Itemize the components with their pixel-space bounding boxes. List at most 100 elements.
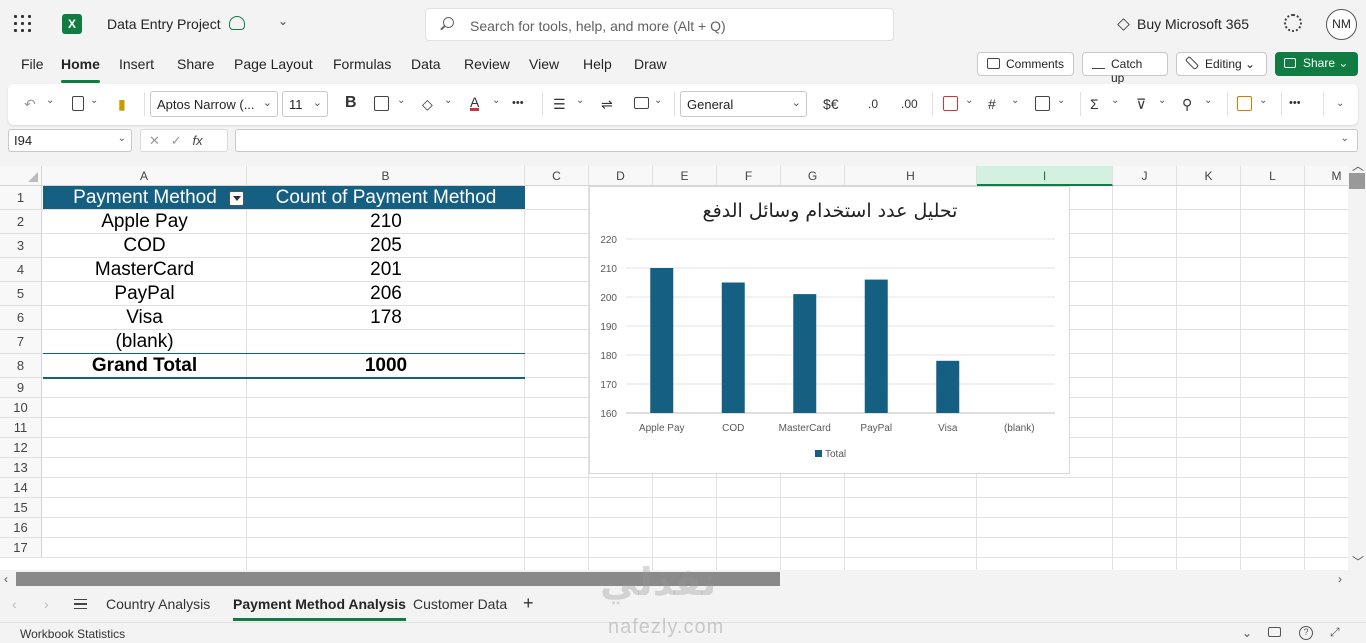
currency-format-icon[interactable]: $€ [823, 96, 839, 112]
pivot-row-value[interactable]: 178 [247, 306, 525, 330]
row-header-8[interactable]: 8 [0, 354, 42, 378]
wrap-text-icon[interactable]: ⇌ [601, 96, 613, 113]
grand-total-label[interactable]: Grand Total [43, 354, 246, 378]
fullscreen-icon[interactable]: ⤢ [1330, 625, 1340, 640]
undo-chevron-icon[interactable]: ⌄ [46, 95, 54, 106]
column-header-k[interactable]: K [1177, 166, 1241, 186]
filter-dropdown-icon[interactable] [229, 191, 244, 206]
tab-review[interactable]: Review [464, 56, 510, 72]
tab-file[interactable]: File [21, 56, 44, 72]
document-title[interactable]: Data Entry Project [107, 16, 221, 32]
sort-filter-icon[interactable]: ⊽ [1136, 96, 1146, 113]
row-header-3[interactable]: 3 [0, 234, 42, 258]
grand-total-value[interactable]: 1000 [247, 354, 525, 378]
pivot-header-count[interactable]: Count of Payment Method [247, 186, 525, 210]
editing-mode-button[interactable]: Editing ⌄ [1176, 52, 1267, 76]
chevron-down-icon[interactable]: ⌄ [1341, 133, 1349, 144]
sort-filter-chevron-icon[interactable]: ⌄ [1158, 95, 1166, 106]
comments-button[interactable]: Comments [977, 52, 1074, 76]
payment-method-chart[interactable]: تحليل عدد استخدام وسائل الدفع 160 170 180 19… [589, 186, 1070, 474]
tab-formulas[interactable]: Formulas [333, 56, 391, 72]
format-chevron-icon[interactable]: ⌄ [1011, 95, 1019, 106]
row-header-6[interactable]: 6 [0, 306, 42, 330]
scroll-up-icon[interactable]: ︿ [1352, 157, 1364, 174]
formula-input[interactable]: ⌄ [235, 129, 1358, 152]
row-header-14[interactable]: 14 [0, 478, 42, 498]
autosum-chevron-icon[interactable]: ⌄ [1111, 95, 1119, 106]
help-icon[interactable]: ? [1299, 626, 1313, 640]
fill-chevron-icon[interactable]: ⌄ [444, 95, 452, 106]
borders-chevron-icon[interactable]: ⌄ [397, 95, 405, 106]
horizontal-scrollbar[interactable]: ‹ › [0, 570, 1366, 588]
gear-icon[interactable] [1284, 14, 1302, 32]
column-header-e[interactable]: E [653, 166, 717, 186]
pivot-row-value[interactable]: 205 [247, 234, 525, 258]
row-header-5[interactable]: 5 [0, 282, 42, 306]
pivot-row-label[interactable]: Apple Pay [43, 210, 246, 234]
align-chevron-icon[interactable]: ⌄ [576, 95, 584, 106]
autosum-icon[interactable]: Σ [1090, 96, 1099, 112]
row-header-9[interactable]: 9 [0, 378, 42, 398]
column-header-c[interactable]: C [525, 166, 589, 186]
pivot-row-value[interactable]: 206 [247, 282, 525, 306]
chevron-down-icon[interactable]: ⌄ [278, 14, 288, 28]
tab-data[interactable]: Data [411, 56, 441, 72]
tab-home[interactable]: Home [61, 56, 100, 83]
tab-share[interactable]: Share [177, 56, 214, 72]
format-painter-icon[interactable]: ▮ [118, 96, 126, 113]
buy-microsoft-365-button[interactable]: Buy Microsoft 365 [1117, 16, 1249, 32]
pivot-row-label[interactable]: MasterCard [43, 258, 246, 282]
conditional-chevron-icon[interactable]: ⌄ [965, 95, 973, 106]
pivot-row-label[interactable]: (blank) [43, 330, 246, 354]
pivot-row-label[interactable]: COD [43, 234, 246, 258]
pivot-row-label[interactable]: PayPal [43, 282, 246, 306]
cell-styles-chevron-icon[interactable]: ⌄ [1057, 95, 1065, 106]
tab-page-layout[interactable]: Page Layout [234, 56, 313, 72]
row-header-15[interactable]: 15 [0, 498, 42, 518]
next-sheet-icon[interactable]: › [44, 596, 49, 612]
pivot-row-value[interactable]: 210 [247, 210, 525, 234]
find-icon[interactable]: ⚲ [1182, 96, 1192, 113]
all-sheets-menu-icon[interactable] [74, 599, 87, 609]
row-header-10[interactable]: 10 [0, 398, 42, 418]
vertical-scrollbar[interactable]: ︿ ﹀ [1348, 155, 1366, 570]
conditional-formatting-icon[interactable] [943, 96, 958, 111]
row-header-7[interactable]: 7 [0, 330, 42, 354]
row-header-2[interactable]: 2 [0, 210, 42, 234]
font-size-select[interactable]: 11 ⌄ [282, 91, 328, 117]
row-header-1[interactable]: 1 [0, 186, 42, 210]
fx-button[interactable]: fx [192, 133, 202, 148]
tab-help[interactable]: Help [583, 56, 612, 72]
column-header-f[interactable]: F [717, 166, 781, 186]
more-options-icon[interactable]: ••• [1289, 97, 1301, 109]
sheet-tab-country-analysis[interactable]: Country Analysis [106, 596, 210, 612]
pivot-header-payment-method[interactable]: Payment Method [43, 186, 247, 210]
column-header-a[interactable]: A [42, 166, 247, 186]
borders-icon[interactable] [374, 96, 389, 111]
feedback-icon[interactable] [1268, 627, 1281, 637]
align-icon[interactable]: ☰ [553, 96, 566, 113]
row-header-4[interactable]: 4 [0, 258, 42, 282]
cloud-saved-icon[interactable] [229, 16, 245, 30]
app-launcher-icon[interactable] [14, 15, 34, 35]
share-button[interactable]: Share ⌄ [1275, 52, 1358, 76]
scroll-down-icon[interactable]: ﹀ [1352, 553, 1364, 570]
font-color-chevron-icon[interactable]: ⌄ [492, 95, 500, 106]
expand-ribbon-icon[interactable]: ⌄ [1336, 98, 1344, 109]
font-name-select[interactable]: Aptos Narrow (... ⌄ [150, 91, 278, 117]
row-header-17[interactable]: 17 [0, 538, 42, 558]
fill-color-icon[interactable]: ◇ [422, 96, 433, 113]
column-header-l[interactable]: L [1241, 166, 1305, 186]
tab-view[interactable]: View [529, 56, 559, 72]
select-all-corner[interactable] [0, 166, 42, 186]
catch-up-button[interactable]: Catch up [1082, 52, 1168, 85]
tab-draw[interactable]: Draw [634, 56, 667, 72]
pivot-row-value[interactable]: 201 [247, 258, 525, 282]
font-color-icon[interactable]: A [470, 95, 480, 111]
number-format-select[interactable]: General ⌄ [680, 91, 807, 117]
undo-icon[interactable]: ↶ [24, 96, 36, 113]
increase-decimal-icon[interactable]: .0 [868, 97, 878, 111]
row-header-16[interactable]: 16 [0, 518, 42, 538]
bold-button[interactable]: B [345, 94, 357, 112]
find-chevron-icon[interactable]: ⌄ [1204, 95, 1212, 106]
